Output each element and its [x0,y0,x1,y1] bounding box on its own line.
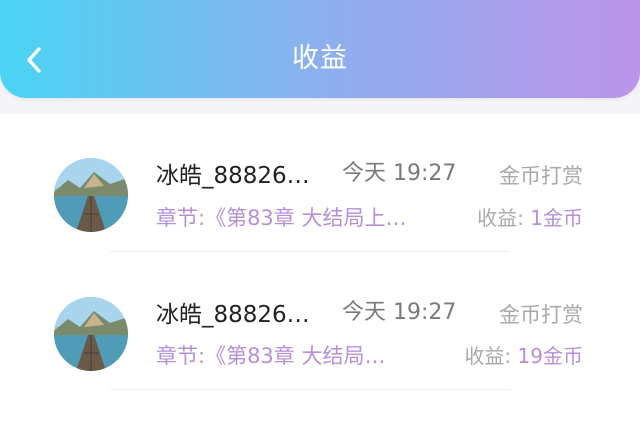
reward-type: 金币打赏 [499,164,583,188]
timestamp: 今天 19:27 [342,161,457,186]
list-item[interactable]: 冰皓_88826… 今天 19:27 金币打赏 章节:《第83章 大结局上… 收… [0,114,640,252]
divider [110,389,510,390]
avatar [54,158,128,232]
avatar [54,297,128,371]
earnings: 收益: 1金币 [477,202,583,234]
earnings-value: 1金币 [530,206,583,230]
earnings-list: 冰皓_88826… 今天 19:27 金币打赏 章节:《第83章 大结局上… 收… [0,114,640,427]
page-title: 收益 [292,43,348,74]
timestamp: 今天 19:27 [342,300,457,325]
chapter-title: 章节:《第83章 大结局… [156,344,386,368]
user-name: 冰皓_88826… [156,163,310,189]
list-item[interactable]: 冰皓_88826… 今天 19:27 金币打赏 章节:《第83章 大结局… 收益… [0,252,640,390]
earnings-label: 收益: [477,206,524,230]
earnings-label: 收益: [464,344,512,368]
earnings: 收益: 19金币 [464,340,583,372]
reward-type: 金币打赏 [499,303,583,327]
chapter-title: 章节:《第83章 大结局上… [156,206,407,230]
earnings-value: 19金币 [517,344,583,368]
header-bar: 收益 [0,0,640,98]
user-name: 冰皓_88826… [156,302,310,328]
